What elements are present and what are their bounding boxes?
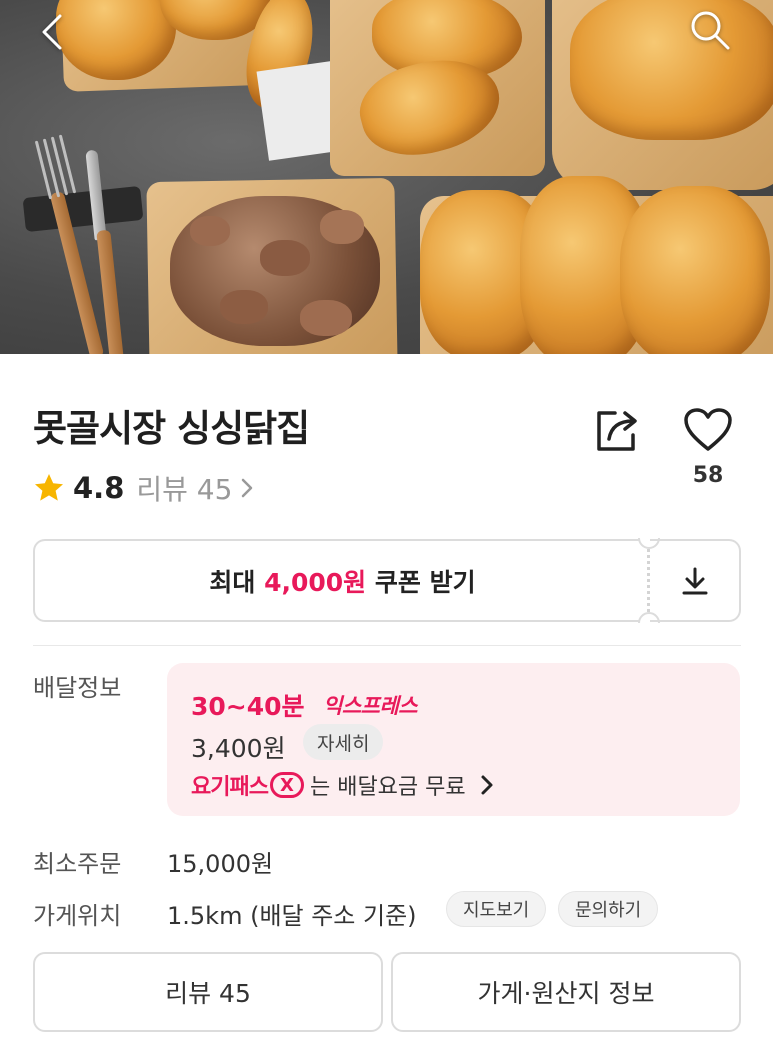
share-button[interactable] <box>590 402 646 458</box>
chevron-right-icon <box>242 478 253 498</box>
chevron-left-icon <box>42 14 62 50</box>
coupon-text: 최대 4,000원 쿠폰 받기 <box>209 563 475 599</box>
cutlery-rest <box>22 185 144 233</box>
like-button[interactable] <box>680 402 736 458</box>
store-name: 못골시장 싱싱닭집 <box>33 407 310 450</box>
store-distance: 1.5km (배달 주소 기준) <box>167 902 417 930</box>
coupon-button[interactable]: 최대 4,000원 쿠폰 받기 <box>33 539 650 622</box>
delivery-time: 30~40분 <box>191 692 305 721</box>
yogipass-x-badge: X <box>269 772 304 798</box>
inquiry-button[interactable]: 문의하기 <box>558 891 659 927</box>
search-button[interactable] <box>686 6 734 54</box>
coupon-download-button[interactable] <box>650 539 741 622</box>
delivery-detail-button[interactable]: 자세히 <box>303 724 384 760</box>
yogipass-text: 는 배달요금 무료 <box>309 775 466 800</box>
rating-review-link[interactable]: 4.8 리뷰 45 <box>33 470 254 506</box>
rating-value: 4.8 <box>73 471 125 505</box>
like-count: 58 <box>692 463 724 488</box>
fried-chicken <box>570 0 773 140</box>
delivery-fee: 3,400원 <box>191 734 286 763</box>
search-icon <box>691 11 730 50</box>
share-icon <box>597 411 637 451</box>
min-order-label: 최소주문 <box>33 850 122 878</box>
coupon-amount: 4,000원 <box>264 567 367 597</box>
coupon-prefix: 최대 <box>209 567 265 597</box>
download-icon <box>682 567 707 594</box>
coupon-suffix: 쿠폰 받기 <box>366 567 476 597</box>
yogipass-promo[interactable]: 요기패스 X 는 배달요금 무료 <box>191 768 494 802</box>
star-icon <box>35 474 63 501</box>
store-hero-image <box>0 0 773 354</box>
delivery-info-box: 30~40분 익스프레스 3,400원 자세히 요기패스 X 는 배달요금 무료 <box>167 663 740 816</box>
section-divider <box>33 645 741 646</box>
store-origin-info-button[interactable]: 가게·원산지 정보 <box>391 952 741 1032</box>
reviews-button[interactable]: 리뷰 45 <box>33 952 383 1032</box>
min-order-value: 15,000원 <box>167 850 274 878</box>
review-count-link[interactable]: 리뷰 45 <box>136 468 232 508</box>
yogipass-logo: 요기패스 <box>191 775 269 800</box>
chevron-right-icon <box>481 775 493 795</box>
fried-chicken <box>620 186 770 354</box>
back-button[interactable] <box>28 8 76 56</box>
express-badge: 익스프레스 <box>323 694 418 718</box>
heart-icon <box>684 408 732 451</box>
coupon-banner: 최대 4,000원 쿠폰 받기 <box>33 525 741 636</box>
delivery-info-label: 배달정보 <box>33 674 122 702</box>
map-view-button[interactable]: 지도보기 <box>446 891 547 927</box>
store-location-label: 가게위치 <box>33 902 122 930</box>
